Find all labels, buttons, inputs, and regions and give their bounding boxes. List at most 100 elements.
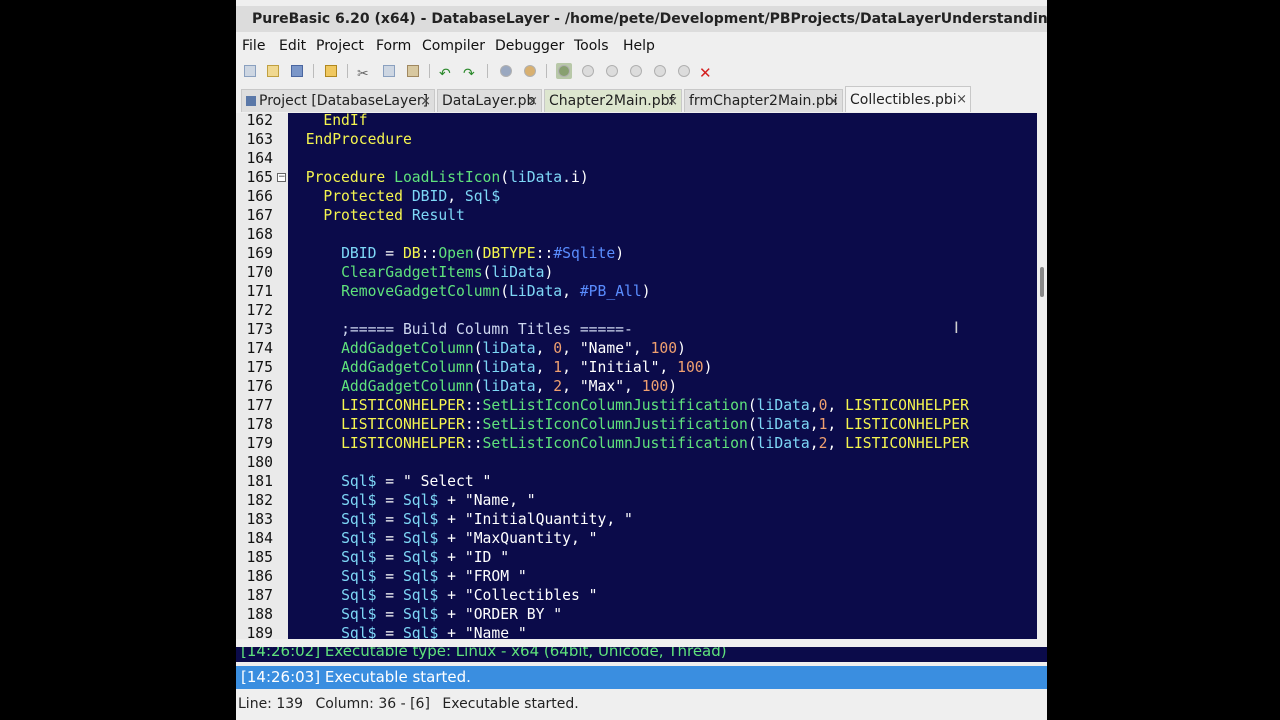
new-file-icon[interactable] (242, 63, 258, 79)
code-token: + (438, 606, 465, 623)
code-token: DBID (411, 188, 448, 205)
menu-help[interactable]: Help (623, 34, 655, 58)
vertical-scrollbar[interactable] (1037, 113, 1047, 639)
code-token: ;===== Build Column Titles =====- (341, 321, 633, 338)
tab-project[interactable]: Project [DatabaseLayer] × (241, 89, 435, 112)
menu-debugger[interactable]: Debugger (495, 34, 564, 58)
code-line: Sql$ = Sql$ + "ORDER BY " (288, 605, 562, 624)
line-number: 172 (246, 302, 273, 319)
code-token: DBID (341, 245, 377, 262)
step-over-icon[interactable] (652, 63, 668, 79)
code-token: "FROM " (464, 568, 527, 585)
code-token: LISTICONHELPER (845, 397, 969, 414)
code-token: , (827, 416, 846, 433)
tab-close-button[interactable]: × (956, 87, 967, 112)
tab-close-button[interactable]: × (420, 90, 431, 112)
code-token: Protected (323, 188, 403, 205)
save-icon[interactable] (289, 63, 305, 79)
menu-compiler[interactable]: Compiler (422, 34, 485, 58)
build-icon[interactable] (522, 63, 538, 79)
code-token: LiData (509, 283, 563, 300)
tab-datalayer[interactable]: DataLayer.pb × (437, 89, 542, 112)
output-line-selected[interactable]: [14:26:03] Executable started. (236, 666, 1047, 689)
redo-icon[interactable]: ↷ (463, 63, 479, 82)
code-token: LISTICONHELPER (845, 416, 969, 433)
tab-chapter2main[interactable]: Chapter2Main.pbf × (544, 89, 682, 112)
code-token: + (438, 549, 465, 566)
code-line: LISTICONHELPER::SetListIconColumnJustifi… (288, 434, 969, 453)
code-token: LISTICONHELPER (341, 435, 465, 452)
code-editor[interactable]: 162 163 164 165 166 167 168 169 170 171 172 173 174 1… (236, 113, 1037, 639)
undo-icon[interactable]: ↶ (439, 63, 455, 82)
code-token: "Collectibles " (464, 587, 598, 604)
menu-tools[interactable]: Tools (574, 34, 609, 58)
stop-debug-icon[interactable] (604, 63, 620, 79)
line-number: 164 (246, 150, 273, 167)
menu-file[interactable]: File (242, 34, 265, 58)
code-token: ) (615, 245, 625, 262)
code-token: Result (411, 207, 465, 224)
debugger-icon[interactable] (556, 63, 572, 79)
code-token: AddGadgetColumn (341, 340, 474, 357)
code-token: " Select " (402, 473, 492, 490)
output-line: [14:26:02] Executable type: Linux - x64 … (236, 647, 1047, 662)
project-icon (246, 96, 256, 106)
tab-close-button[interactable]: × (828, 90, 839, 112)
menu-form[interactable]: Form (376, 34, 411, 58)
code-token: DB (402, 245, 421, 262)
code-token: , (535, 359, 554, 376)
code-token: "InitialQuantity, " (464, 511, 633, 528)
step-out-icon[interactable] (676, 63, 692, 79)
open-file-icon[interactable] (265, 63, 281, 79)
code-line: Sql$ = Sql$ + "Collectibles " (288, 586, 598, 605)
tab-close-button[interactable]: × (527, 90, 538, 112)
paste-icon[interactable] (405, 63, 421, 79)
tab-frmchapter2main[interactable]: frmChapter2Main.pbi × (684, 89, 843, 112)
code-line: Protected DBID, Sql$ (288, 187, 500, 206)
line-number: 186 (246, 568, 273, 585)
code-token: 2 (553, 378, 563, 395)
code-line: ClearGadgetItems(liData) (288, 263, 553, 282)
tab-close-button[interactable]: × (667, 90, 678, 112)
code-token: Sql$ (402, 511, 439, 528)
code-token: AddGadgetColumn (341, 378, 474, 395)
pause-icon[interactable] (580, 63, 596, 79)
open-folder-icon[interactable] (323, 63, 339, 79)
scrollbar-thumb[interactable] (1040, 267, 1044, 297)
compile-icon[interactable] (498, 63, 514, 79)
code-token: ClearGadgetItems (341, 264, 483, 281)
code-token: , (827, 397, 846, 414)
code-line: LISTICONHELPER::SetListIconColumnJustifi… (288, 415, 969, 434)
code-token: "ORDER BY " (464, 606, 563, 623)
copy-icon[interactable] (381, 63, 397, 79)
code-token: Sql$ (402, 606, 439, 623)
step-icon[interactable] (628, 63, 644, 79)
tab-collectibles[interactable]: Collectibles.pbi × (845, 86, 971, 112)
menu-bar: File Edit Project Form Compiler Debugger… (236, 34, 1047, 58)
code-token: liData (509, 169, 563, 186)
code-token: liData (482, 340, 536, 357)
code-token: Sql$ (402, 568, 439, 585)
kill-program-icon[interactable]: ✕ (699, 63, 715, 81)
code-token: + (438, 625, 465, 639)
code-token: = (376, 473, 403, 490)
code-line: EndIf (288, 113, 367, 130)
line-number: 170 (246, 264, 273, 281)
fold-toggle-icon[interactable]: − (277, 173, 286, 182)
line-number: 166 (246, 188, 273, 205)
line-number: 188 (246, 606, 273, 623)
code-line: LISTICONHELPER::SetListIconColumnJustifi… (288, 396, 969, 415)
code-line: Sql$ = Sql$ + "Name, " (288, 491, 536, 510)
line-number: 171 (246, 283, 273, 300)
code-token: , (659, 359, 678, 376)
code-token: EndProcedure (305, 131, 412, 148)
cut-icon[interactable]: ✂ (357, 63, 373, 82)
menu-project[interactable]: Project (316, 34, 364, 58)
code-token: liData (756, 416, 810, 433)
menu-edit[interactable]: Edit (279, 34, 306, 58)
